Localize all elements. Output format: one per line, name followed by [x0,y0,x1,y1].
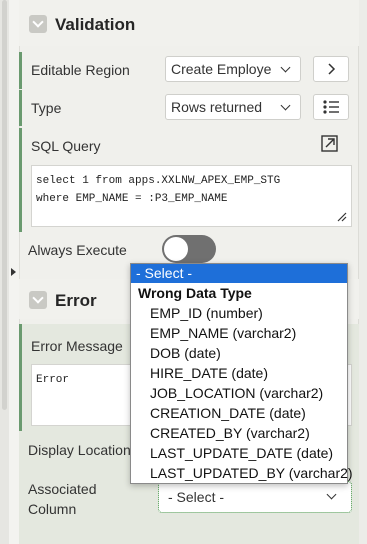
dropdown-group-label: Wrong Data Type [138,285,252,301]
dropdown-option[interactable]: CREATION_DATE (date) [131,403,347,423]
expand-editor-button[interactable] [313,132,349,158]
dropdown-option[interactable]: HIRE_DATE (date) [131,363,347,383]
associated-column-label: Associated Column [28,479,96,519]
associated-column-label-line1: Associated [28,481,97,497]
editable-region-select[interactable]: Create Employe [165,56,301,82]
dropdown-option[interactable]: EMP_ID (number) [131,303,347,323]
chevron-down-icon [280,100,291,111]
chevron-down-icon[interactable] [29,15,47,33]
type-value: Rows returned [171,99,263,115]
dropdown-option[interactable]: JOB_LOCATION (varchar2) [131,383,347,403]
list-icon [323,100,339,114]
display-location-label: Display Location [28,442,131,458]
editable-region-value: Create Employe [171,61,271,77]
chevron-down-icon[interactable] [29,291,47,309]
resize-grip-icon[interactable] [337,212,347,222]
editable-region-label: Editable Region [31,62,130,78]
expand-icon [321,135,338,152]
go-to-region-button[interactable] [313,56,349,82]
sql-query-row: SQL Query select 1 from apps.XXLNW_APEX_… [19,128,362,232]
chevron-right-icon [328,63,336,75]
collapse-arrow-icon[interactable] [11,268,16,276]
left-gutter [0,0,9,544]
toggle-knob [164,237,188,261]
sql-query-editor[interactable]: select 1 from apps.XXLNW_APEX_EMP_STG wh… [31,165,352,227]
associated-column-label-line2: Column [28,501,77,517]
dropdown-option[interactable]: LAST_UPDATE_DATE (date) [131,443,347,463]
dropdown-option[interactable]: DOB (date) [131,343,347,363]
validation-section-header[interactable]: Validation [19,0,359,46]
associated-column-value: - Select - [168,489,225,505]
left-scrollbar[interactable] [2,0,7,410]
type-list-button[interactable] [313,94,349,120]
associated-column-select[interactable]: - Select - [158,481,352,513]
type-row: Type Rows returned [19,90,362,126]
chevron-down-icon [326,489,337,500]
dropdown-option[interactable]: CREATED_BY (varchar2) [131,423,347,443]
error-message-label: Error Message [31,338,123,354]
validation-title: Validation [55,15,136,34]
type-select[interactable]: Rows returned [165,94,301,120]
always-execute-toggle[interactable] [162,235,216,263]
dropdown-option[interactable]: EMP_NAME (varchar2) [131,323,347,343]
associated-column-dropdown[interactable]: - Select - Wrong Data Type EMP_ID (numbe… [130,263,353,484]
always-execute-label: Always Execute [28,242,127,258]
editable-region-row: Editable Region Create Employe [19,52,362,89]
sql-line-2: where EMP_NAME = :P3_EMP_NAME [36,193,228,205]
type-label: Type [31,100,62,116]
dropdown-option[interactable]: LAST_UPDATED_BY (varchar2) [131,463,353,483]
sql-line-1: select 1 from apps.XXLNW_APEX_EMP_STG [36,175,281,187]
dropdown-selected-option[interactable]: - Select - [131,264,347,283]
sql-query-label: SQL Query [31,138,101,154]
chevron-down-icon [280,62,291,73]
error-title: Error [55,291,97,310]
